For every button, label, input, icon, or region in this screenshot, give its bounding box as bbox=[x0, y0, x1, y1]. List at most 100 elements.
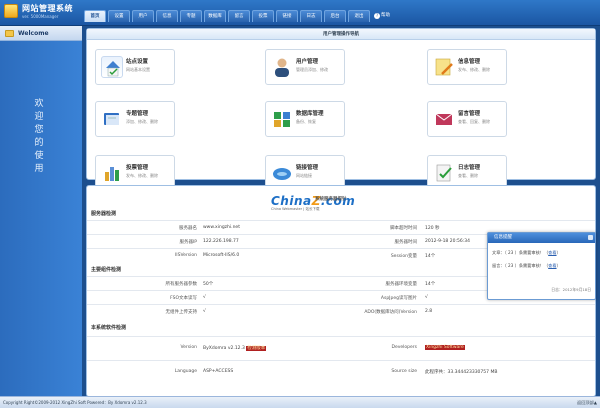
nav-item-title: 链接管理 bbox=[296, 165, 319, 171]
tab-backend[interactable]: 后台 bbox=[324, 10, 346, 22]
tab-links[interactable]: 链接 bbox=[276, 10, 298, 22]
nav-item-desc: 网站基本设置 bbox=[126, 67, 150, 72]
nav-item-title: 数据库管理 bbox=[296, 111, 324, 117]
nav-item-title: 站点设置 bbox=[126, 59, 149, 65]
row-value: √ bbox=[425, 295, 428, 300]
logo-icon bbox=[4, 4, 18, 18]
row-value: √ bbox=[203, 295, 206, 300]
nav-item-message-management[interactable]: 留言管理 查看、回复、删除 bbox=[427, 101, 507, 137]
globe-icon bbox=[271, 162, 293, 184]
nav-item-title: 信息管理 bbox=[458, 59, 481, 65]
row-label: 服务器时间 bbox=[394, 240, 418, 245]
tab-users[interactable]: 用户 bbox=[132, 10, 154, 22]
help-label: 帮助 bbox=[381, 13, 390, 18]
popup-header: 信息提醒 bbox=[488, 233, 595, 243]
row-label: 服务器IP bbox=[179, 240, 197, 245]
tab-info[interactable]: 信息 bbox=[156, 10, 178, 22]
nav-item-desc: 查看、回复、删除 bbox=[458, 119, 490, 124]
section-software: 本系统软件检测 bbox=[91, 325, 127, 331]
help-link[interactable]: ? 帮助 bbox=[374, 10, 390, 22]
tab-home[interactable]: 首页 bbox=[84, 10, 106, 22]
sidebar-welcome[interactable]: Welcome bbox=[0, 26, 82, 41]
sidebar: Welcome 欢迎您的使用 bbox=[0, 26, 82, 396]
row-value: 14个 bbox=[425, 254, 436, 259]
row-label: 所有服务器参数 bbox=[165, 282, 198, 287]
nav-item-desc: 网站链接 bbox=[296, 173, 312, 178]
tab-topics[interactable]: 专题 bbox=[180, 10, 202, 22]
brand-subtitle: ver. 5000Manager bbox=[22, 14, 59, 19]
nav-item-site-settings[interactable]: 站点设置 网站基本设置 bbox=[95, 49, 175, 85]
version-text: ByXdomra v2.12.3 bbox=[203, 346, 245, 351]
folder-icon bbox=[5, 29, 14, 37]
user-icon bbox=[271, 56, 293, 78]
popup-messages-text: 留言：（ 23 ）条需要审核！（ bbox=[492, 263, 549, 268]
book-icon bbox=[101, 108, 123, 130]
nav-item-info-management[interactable]: 信息管理 发布、修改、删除 bbox=[427, 49, 507, 85]
row-value: 2.8 bbox=[425, 309, 433, 314]
nav-panel: 用户管理操作导航 站点设置 网站基本设置 用户管理 管理员添加、修改 信息管理 … bbox=[86, 28, 596, 191]
brand-title: 网站管理系统 bbox=[22, 4, 73, 13]
row-value: 此程序共：33.344423330757 MB bbox=[425, 370, 498, 375]
row-label: Source size bbox=[391, 369, 417, 374]
row-label: AspJpeg读写图片 bbox=[380, 296, 417, 301]
version-value: ByXdomra v2.12.3 检测版本 bbox=[203, 345, 267, 351]
probe-title: 系统服务器探针 bbox=[315, 197, 347, 202]
tab-logs[interactable]: 日志 bbox=[300, 10, 322, 22]
popup-footer: 日志：2012年9月18日 bbox=[551, 287, 591, 292]
row-value: 122.226.198.77 bbox=[203, 239, 239, 244]
tab-database[interactable]: 数据库 bbox=[204, 10, 226, 22]
welcome-label: Welcome bbox=[18, 29, 49, 37]
section-components: 主要组件检测 bbox=[91, 267, 122, 273]
tab-messages[interactable]: 留言 bbox=[228, 10, 250, 22]
table-row: Language ASP+ACCESS Source size 此程序共：33.… bbox=[87, 360, 595, 384]
checklist-icon bbox=[433, 162, 455, 184]
row-value: www.xingzhi.net bbox=[203, 225, 240, 230]
nav-item-title: 用户管理 bbox=[296, 59, 319, 65]
nav-item-title: 专题管理 bbox=[126, 111, 149, 117]
paren-text: ） bbox=[556, 250, 561, 255]
row-value: Microsoft-IIS/6.0 bbox=[203, 253, 240, 258]
tab-votes[interactable]: 投票 bbox=[252, 10, 274, 22]
nav-item-desc: 备份、恢复 bbox=[296, 119, 316, 124]
nav-item-desc: 添加、修改、删除 bbox=[126, 119, 158, 124]
tab-logout[interactable]: 退出 bbox=[348, 10, 370, 22]
nav-item-title: 投票管理 bbox=[126, 165, 149, 171]
database-icon bbox=[271, 108, 293, 130]
row-value: 50个 bbox=[203, 282, 214, 287]
table-row: Version ByXdomra v2.12.3 检测版本 Developers… bbox=[87, 336, 595, 360]
nav-item-title: 留言管理 bbox=[458, 111, 481, 117]
mail-icon bbox=[433, 108, 455, 130]
note-pencil-icon bbox=[433, 56, 455, 78]
check-version-link[interactable]: 检测版本 bbox=[246, 346, 267, 351]
developers-text: Xingzhi Software bbox=[425, 345, 465, 350]
popup-title: 信息提醒 bbox=[494, 235, 512, 240]
chart-icon bbox=[101, 162, 123, 184]
popup-articles-line: 文章：（ 23 ）条需要审核！（查看） bbox=[492, 250, 561, 256]
nav-item-desc: 发布、修改、删除 bbox=[458, 67, 490, 72]
row-label: 无组件上传支持 bbox=[165, 310, 198, 315]
row-label: Language bbox=[174, 369, 197, 374]
footer: Copyright Right©2009-2012 XingZhi Soft P… bbox=[0, 396, 600, 408]
nav-item-topic-management[interactable]: 专题管理 添加、修改、删除 bbox=[95, 101, 175, 137]
row-value: 14个 bbox=[425, 282, 436, 287]
nav-panel-title: 用户管理操作导航 bbox=[87, 29, 595, 40]
row-label: 服务器名 bbox=[179, 226, 197, 231]
view-messages-link[interactable]: 查看 bbox=[548, 263, 556, 268]
section-server: 服务器检测 bbox=[91, 211, 117, 217]
top-nav: 首页 设置 用户 信息 专题 数据库 留言 投票 链接 日志 后台 退出 ? 帮… bbox=[84, 10, 390, 22]
nav-item-database-management[interactable]: 数据库管理 备份、恢复 bbox=[265, 101, 345, 137]
row-value: √ bbox=[203, 309, 206, 314]
row-label: Developers bbox=[391, 345, 418, 350]
welcome-vertical-text: 欢迎您的使用 bbox=[34, 99, 44, 174]
main-content: 用户管理操作导航 站点设置 网站基本设置 用户管理 管理员添加、修改 信息管理 … bbox=[86, 28, 596, 397]
close-icon[interactable] bbox=[588, 235, 593, 240]
nav-item-desc: 发布、修改、删除 bbox=[126, 173, 158, 178]
tab-settings[interactable]: 设置 bbox=[108, 10, 130, 22]
row-label: Version bbox=[180, 345, 197, 350]
row-label: 服务器环境变量 bbox=[385, 282, 418, 287]
nav-item-user-management[interactable]: 用户管理 管理员添加、修改 bbox=[265, 49, 345, 85]
back-to-top-link[interactable]: 返回顶部▲ bbox=[577, 400, 597, 406]
house-check-icon bbox=[101, 56, 123, 78]
view-articles-link[interactable]: 查看 bbox=[548, 250, 556, 255]
row-label: Session变量 bbox=[390, 254, 417, 259]
